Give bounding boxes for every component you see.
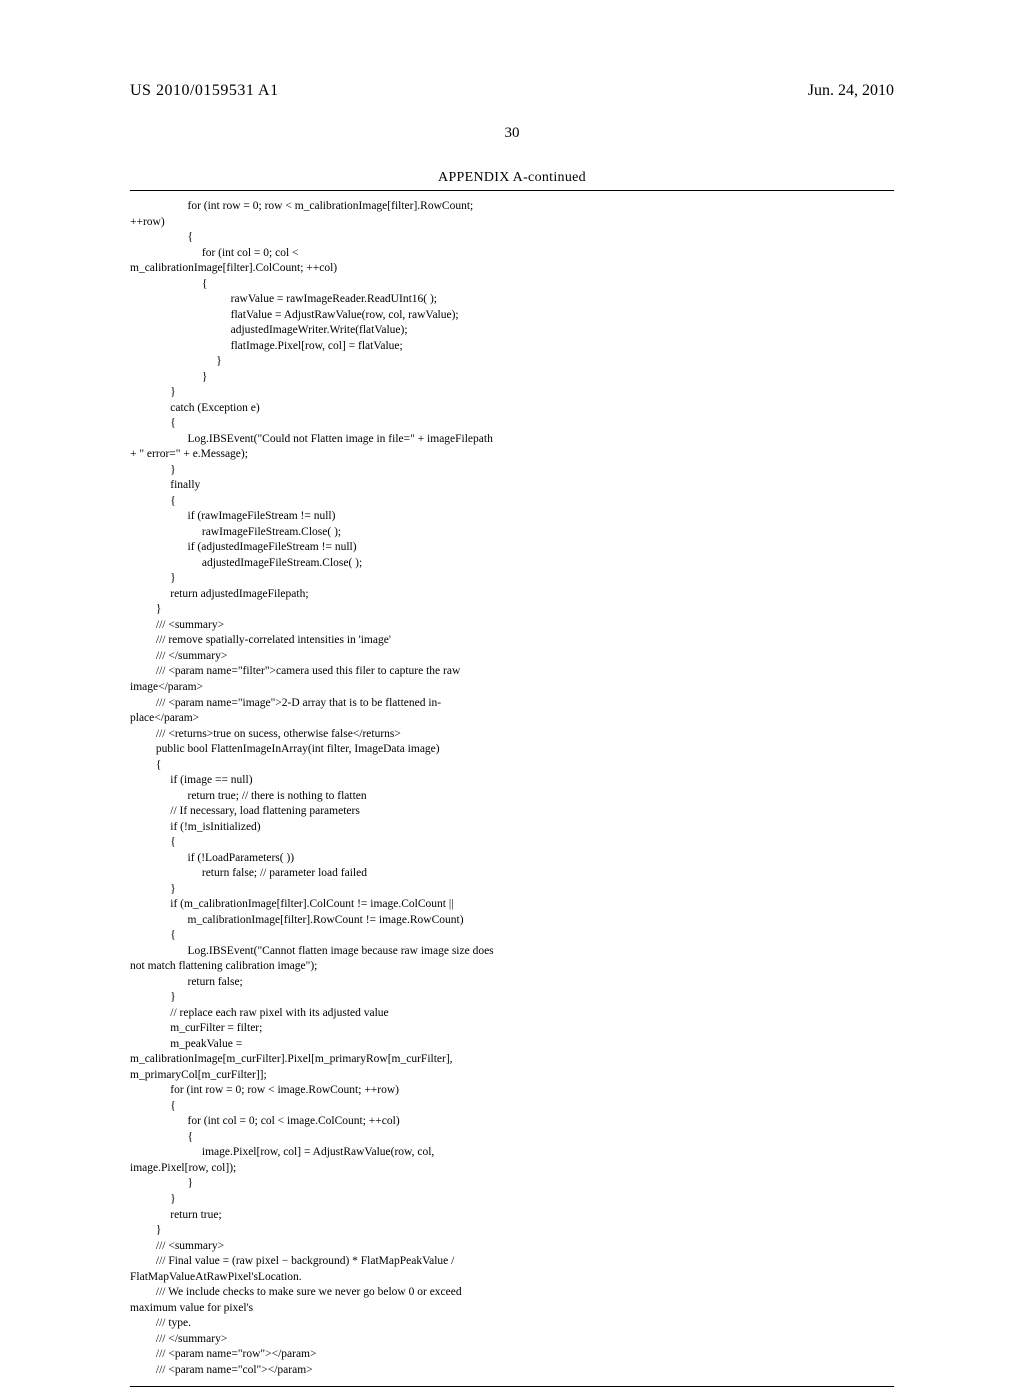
appendix-section: APPENDIX A-continued for (int row = 0; r… — [130, 170, 894, 1387]
publication-number: US 2010/0159531 A1 — [130, 82, 279, 100]
page-number: 30 — [505, 125, 520, 142]
publication-date: Jun. 24, 2010 — [808, 82, 894, 100]
code-listing: for (int row = 0; row < m_calibrationIma… — [130, 199, 894, 1378]
page-header: US 2010/0159531 A1 Jun. 24, 2010 — [0, 82, 1024, 100]
top-divider — [130, 190, 894, 191]
appendix-title: APPENDIX A-continued — [130, 170, 894, 186]
